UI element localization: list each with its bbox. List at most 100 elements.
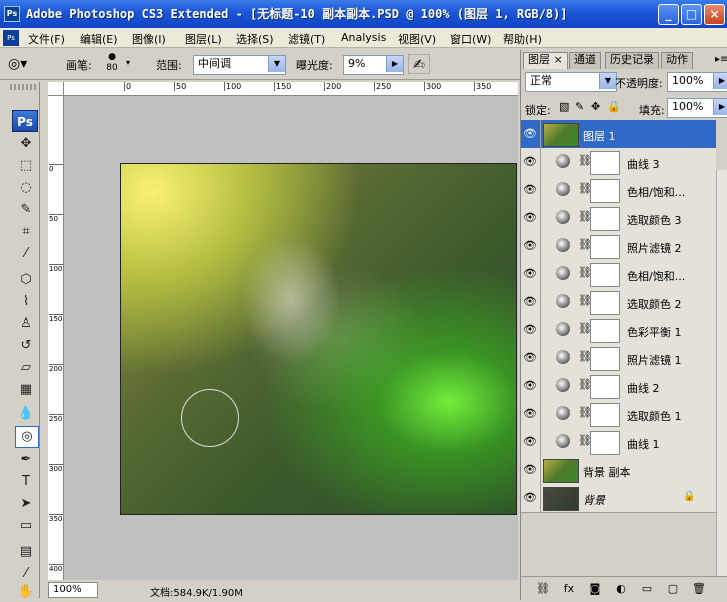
visibility-eye-icon[interactable]: 👁	[523, 295, 537, 309]
layer-row[interactable]: 👁 图层 1	[521, 120, 716, 149]
layer-row[interactable]: 👁 ⛓ 曲线 3	[521, 148, 716, 177]
opacity-input[interactable]: 100% ▶	[667, 72, 727, 92]
type-tool-icon[interactable]: T	[15, 472, 37, 492]
lock-pixels-icon[interactable]: ✎	[575, 100, 584, 113]
clone-stamp-tool-icon[interactable]: ♙	[15, 314, 37, 334]
airbrush-toggle-icon[interactable]: ✍	[408, 54, 430, 74]
visibility-eye-icon[interactable]: 👁	[523, 491, 537, 505]
visibility-eye-icon[interactable]: 👁	[523, 211, 537, 225]
layer-row[interactable]: 👁 ⛓ 照片滤镜 2	[521, 232, 716, 261]
folder-icon[interactable]: ▭	[639, 581, 655, 597]
marquee-tool-icon[interactable]: ⬚	[15, 156, 37, 176]
new-layer-icon[interactable]: ▢	[665, 581, 681, 597]
layer-row[interactable]: 👁 ⛓ 选取颜色 3	[521, 204, 716, 233]
title-bar[interactable]: Ps Adobe Photoshop CS3 Extended - [无标题-1…	[0, 0, 727, 28]
brush-preset-picker[interactable]: ● 80	[100, 52, 124, 76]
dodge-tool-icon[interactable]: ◎	[15, 426, 39, 448]
layer-row[interactable]: 👁 ⛓ 曲线 1	[521, 428, 716, 457]
tab-layers[interactable]: 图层 ×	[523, 52, 568, 69]
path-select-tool-icon[interactable]: ➤	[15, 494, 37, 514]
layer-mask-thumbnail[interactable]	[590, 347, 620, 371]
sponge-tool-preset-icon[interactable]: ◎▾	[8, 54, 48, 74]
crop-tool-icon[interactable]: ⌗	[15, 222, 37, 242]
layer-mask-thumbnail[interactable]	[590, 151, 620, 175]
zoom-field[interactable]: 100%	[48, 582, 98, 598]
adjustment-icon[interactable]: ◐	[613, 581, 629, 597]
layer-thumbnail[interactable]	[543, 487, 579, 511]
layers-scrollbar[interactable]	[716, 170, 727, 576]
exposure-input[interactable]: 9% ▶	[343, 55, 404, 75]
layer-row[interactable]: 👁 ⛓ 曲线 2	[521, 372, 716, 401]
visibility-eye-icon[interactable]: 👁	[523, 155, 537, 169]
fill-input[interactable]: 100% ▶	[667, 98, 727, 118]
layer-thumbnail[interactable]	[543, 459, 579, 483]
close-button[interactable]: ×	[704, 4, 725, 25]
ruler-origin[interactable]	[48, 82, 64, 96]
panel-menu-icon[interactable]: ▸≡	[715, 54, 727, 65]
range-select[interactable]: 中间调 ▼	[193, 55, 286, 75]
menu-edit[interactable]: 编辑(E)	[80, 31, 118, 47]
notes-tool-icon[interactable]: ▤	[15, 542, 37, 562]
visibility-eye-icon[interactable]: 👁	[523, 323, 537, 337]
pen-tool-icon[interactable]: ✒	[15, 450, 37, 470]
visibility-eye-icon[interactable]: 👁	[523, 127, 537, 141]
maximize-button[interactable]: □	[681, 4, 702, 25]
layer-mask-thumbnail[interactable]	[590, 375, 620, 399]
layer-mask-thumbnail[interactable]	[590, 207, 620, 231]
shape-tool-icon[interactable]: ▭	[15, 516, 37, 536]
history-brush-tool-icon[interactable]: ↺	[15, 336, 37, 356]
visibility-eye-icon[interactable]: 👁	[523, 267, 537, 281]
blend-mode-select[interactable]: 正常 ▼	[525, 72, 617, 92]
menu-select[interactable]: 选择(S)	[236, 31, 274, 47]
move-tool-icon[interactable]: ✥	[15, 134, 37, 154]
healing-brush-tool-icon[interactable]: ⬡	[15, 270, 37, 290]
visibility-eye-icon[interactable]: 👁	[523, 183, 537, 197]
minimize-button[interactable]: _	[658, 4, 679, 25]
menu-help[interactable]: 帮助(H)	[503, 31, 542, 47]
link-icon[interactable]: ⛓	[535, 581, 551, 597]
layer-row[interactable]: 👁 🔒 背景	[521, 484, 716, 513]
gradient-tool-icon[interactable]: ▦	[15, 380, 37, 400]
brush-tool-icon[interactable]: ⌇	[15, 292, 37, 312]
toolbox-grip[interactable]	[10, 84, 38, 90]
layer-row[interactable]: 👁 ⛓ 照片滤镜 1	[521, 344, 716, 373]
tab-channels[interactable]: 通道	[569, 52, 601, 69]
layer-mask-thumbnail[interactable]	[590, 263, 620, 287]
eyedropper-tool-icon[interactable]: ⁄	[15, 244, 37, 264]
visibility-eye-icon[interactable]: 👁	[523, 379, 537, 393]
visibility-eye-icon[interactable]: 👁	[523, 463, 537, 477]
menu-file[interactable]: 文件(F)	[28, 31, 65, 47]
lasso-tool-icon[interactable]: ◌	[15, 178, 37, 198]
eyedropper2-tool-icon[interactable]: ⁄	[15, 564, 37, 584]
photoshop-logo[interactable]: Ps	[12, 110, 38, 132]
layer-row[interactable]: 👁 ⛓ 色相/饱和...	[521, 260, 716, 289]
layer-mask-thumbnail[interactable]	[590, 235, 620, 259]
tab-history[interactable]: 历史记录	[605, 52, 659, 69]
photoshop-app-icon[interactable]: Ps	[4, 6, 20, 22]
close-icon[interactable]: ×	[554, 53, 563, 66]
document-artwork[interactable]	[120, 163, 517, 515]
menu-view[interactable]: 视图(V)	[398, 31, 436, 47]
quick-select-tool-icon[interactable]: ✎	[15, 200, 37, 220]
layer-mask-thumbnail[interactable]	[590, 431, 620, 455]
hand-tool-icon[interactable]: ✋	[15, 582, 37, 602]
layer-mask-thumbnail[interactable]	[590, 319, 620, 343]
blur-tool-icon[interactable]: 💧	[15, 404, 37, 424]
tab-actions[interactable]: 动作	[661, 52, 693, 69]
lock-position-icon[interactable]: ✥	[591, 100, 600, 113]
visibility-eye-icon[interactable]: 👁	[523, 239, 537, 253]
layer-thumbnail[interactable]	[543, 123, 579, 147]
lock-transparency-icon[interactable]: ▧	[559, 100, 569, 113]
visibility-eye-icon[interactable]: 👁	[523, 407, 537, 421]
mask-icon[interactable]: ◙	[587, 581, 603, 597]
layer-row[interactable]: 👁 ⛓ 色彩平衡 1	[521, 316, 716, 345]
eraser-tool-icon[interactable]: ▱	[15, 358, 37, 378]
brush-dropdown-icon[interactable]: ▾	[126, 58, 130, 67]
menu-filter[interactable]: 滤镜(T)	[288, 31, 325, 47]
fx-icon[interactable]: fx	[561, 581, 577, 597]
layer-row[interactable]: 👁 ⛓ 色相/饱和...	[521, 176, 716, 205]
menu-window[interactable]: 窗口(W)	[450, 31, 491, 47]
visibility-eye-icon[interactable]: 👁	[523, 435, 537, 449]
menu-analysis[interactable]: Analysis	[341, 31, 386, 44]
lock-all-icon[interactable]: 🔒	[607, 100, 621, 113]
